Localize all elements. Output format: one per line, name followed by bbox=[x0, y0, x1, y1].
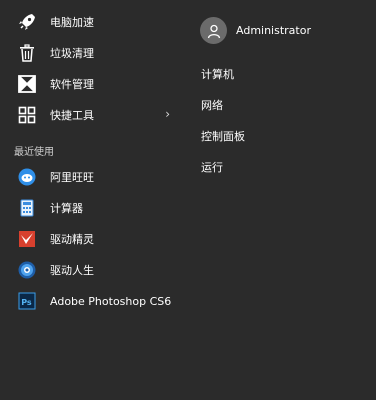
rocket-icon bbox=[16, 11, 38, 33]
menu-item-software-manager[interactable]: 软件管理 bbox=[16, 71, 176, 97]
recent-section-title: 最近使用 bbox=[14, 147, 54, 158]
recent-item-label: 阿里旺旺 bbox=[50, 171, 94, 184]
recent-item-aliwangwang[interactable]: 阿里旺旺 bbox=[16, 164, 176, 190]
trash-icon bbox=[16, 42, 38, 64]
left-column: 电脑加速 垃圾清理 软件管理 快捷工具 › 最近使用 阿里旺旺 计算器 驱动精灵… bbox=[0, 0, 190, 400]
recent-item-label: 驱动人生 bbox=[50, 264, 94, 277]
user-name: Administrator bbox=[236, 24, 311, 37]
right-column: Administrator 计算机 网络 控制面板 运行 bbox=[190, 0, 376, 400]
recent-item-label: 计算器 bbox=[50, 202, 83, 215]
link-run[interactable]: 运行 bbox=[201, 159, 223, 175]
menu-item-label: 电脑加速 bbox=[50, 16, 94, 29]
menu-item-pc-boost[interactable]: 电脑加速 bbox=[16, 9, 176, 35]
link-network[interactable]: 网络 bbox=[201, 97, 223, 113]
menu-item-quick-tools[interactable]: 快捷工具 › bbox=[16, 102, 176, 128]
chevron-right-icon: › bbox=[165, 107, 170, 121]
menu-item-label: 垃圾清理 bbox=[50, 47, 94, 60]
user-account[interactable]: Administrator bbox=[200, 17, 311, 44]
menu-item-junk-clean[interactable]: 垃圾清理 bbox=[16, 40, 176, 66]
recent-item-label: 驱动精灵 bbox=[50, 233, 94, 246]
grid-icon bbox=[16, 104, 38, 126]
link-computer[interactable]: 计算机 bbox=[201, 66, 234, 82]
calculator-icon bbox=[16, 197, 38, 219]
recent-item-label: Adobe Photoshop CS6 bbox=[50, 294, 172, 308]
user-avatar-icon bbox=[200, 17, 227, 44]
recent-item-calculator[interactable]: 计算器 bbox=[16, 195, 176, 221]
photoshop-icon: Ps bbox=[16, 290, 38, 312]
software-icon bbox=[16, 73, 38, 95]
driver-life-icon bbox=[16, 259, 38, 281]
recent-item-driver-genius[interactable]: 驱动精灵 bbox=[16, 226, 176, 252]
menu-item-label: 快捷工具 bbox=[50, 109, 94, 122]
recent-item-driver-life[interactable]: 驱动人生 bbox=[16, 257, 176, 283]
recent-item-photoshop[interactable]: Ps Adobe Photoshop CS6 bbox=[16, 288, 176, 314]
aliwangwang-icon bbox=[16, 166, 38, 188]
start-menu: 电脑加速 垃圾清理 软件管理 快捷工具 › 最近使用 阿里旺旺 计算器 驱动精灵… bbox=[0, 0, 376, 400]
driver-genius-icon bbox=[16, 228, 38, 250]
menu-item-label: 软件管理 bbox=[50, 78, 94, 91]
svg-text:Ps: Ps bbox=[21, 298, 32, 307]
link-control-panel[interactable]: 控制面板 bbox=[201, 128, 245, 144]
